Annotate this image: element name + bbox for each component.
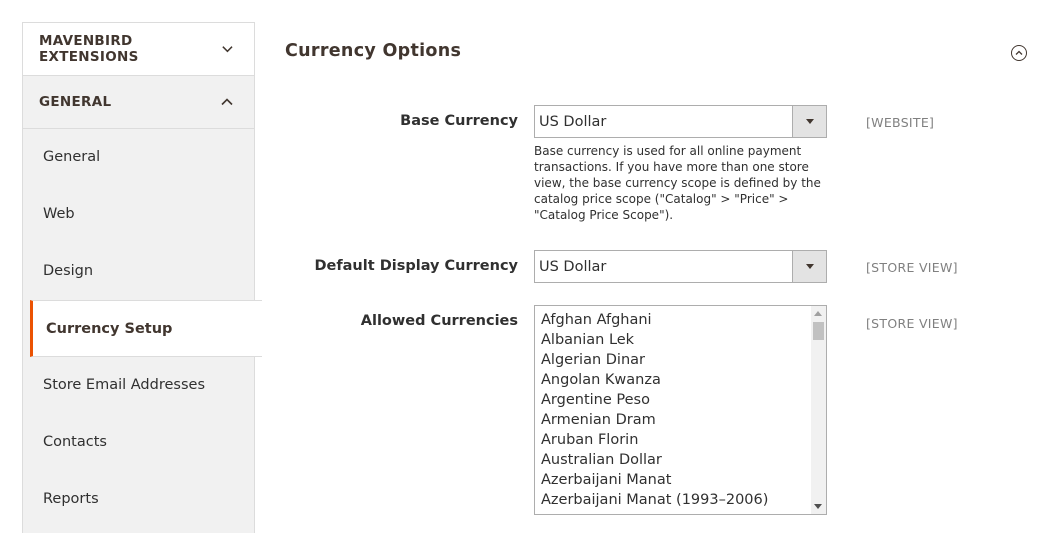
currency-option[interactable]: Azerbaijani Manat bbox=[535, 470, 810, 490]
sidebar-item-store-email-addresses[interactable]: Store Email Addresses bbox=[23, 357, 254, 414]
scrollbar[interactable] bbox=[811, 306, 826, 514]
currency-option[interactable]: Azerbaijani Manat (1993–2006) bbox=[535, 490, 810, 510]
sidebar-item-label: Reports bbox=[43, 491, 99, 507]
base-currency-select[interactable]: US Dollar bbox=[534, 105, 827, 138]
currency-option[interactable]: Argentine Peso bbox=[535, 390, 810, 410]
sidebar-item-reports[interactable]: Reports bbox=[23, 471, 254, 528]
currency-option[interactable]: Armenian Dram bbox=[535, 410, 810, 430]
sidebar-item-general[interactable]: General bbox=[23, 129, 254, 186]
tab-mavenbird-extensions-label: MAVENBIRD EXTENSIONS bbox=[39, 33, 139, 65]
sidebar-item-contacts[interactable]: Contacts bbox=[23, 414, 254, 471]
tab-general-label: GENERAL bbox=[39, 94, 112, 110]
sidebar-item-label: General bbox=[43, 149, 101, 165]
allowed-currencies-multiselect[interactable]: Afghan Afghani Albanian Lek Algerian Din… bbox=[534, 305, 827, 515]
currency-option[interactable]: Albanian Lek bbox=[535, 330, 810, 350]
config-sidebar: MAVENBIRD EXTENSIONS GENERAL General Web… bbox=[22, 22, 262, 533]
base-currency-value: US Dollar bbox=[539, 113, 607, 130]
scroll-up-icon[interactable] bbox=[814, 311, 822, 316]
sidebar-item-currency-setup[interactable]: Currency Setup bbox=[30, 300, 262, 357]
sidebar-item-label: Currency Setup bbox=[46, 320, 173, 337]
base-currency-note: Base currency is used for all online pay… bbox=[534, 144, 821, 222]
caret-down-icon bbox=[805, 119, 814, 124]
collapse-circle-icon[interactable] bbox=[1011, 45, 1027, 61]
chevron-up-icon bbox=[1015, 50, 1023, 55]
select-arrow[interactable] bbox=[792, 106, 826, 137]
default-display-currency-select[interactable]: US Dollar bbox=[534, 250, 827, 283]
tab-mavenbird-extensions[interactable]: MAVENBIRD EXTENSIONS bbox=[23, 23, 254, 76]
currency-option[interactable]: Algerian Dinar bbox=[535, 350, 810, 370]
sidebar-item-label: Store Email Addresses bbox=[43, 377, 205, 393]
caret-down-icon bbox=[805, 264, 814, 269]
sidebar-item-design[interactable]: Design bbox=[23, 243, 254, 300]
allowed-currencies-label: Allowed Currencies bbox=[360, 313, 518, 329]
select-arrow[interactable] bbox=[792, 251, 826, 282]
sidebar-item-label: Design bbox=[43, 263, 94, 279]
currency-option[interactable]: Angolan Kwanza bbox=[535, 370, 810, 390]
allowed-currencies-scope: [STORE VIEW] bbox=[866, 316, 958, 331]
allowed-currencies-options: Afghan Afghani Albanian Lek Algerian Din… bbox=[535, 310, 810, 510]
chevron-down-icon bbox=[222, 46, 233, 53]
base-currency-label: Base Currency bbox=[400, 113, 518, 129]
scroll-down-icon[interactable] bbox=[814, 504, 822, 509]
sidebar-item-label: Contacts bbox=[43, 434, 107, 450]
section-title[interactable]: Currency Options bbox=[285, 41, 461, 61]
default-display-currency-value: US Dollar bbox=[539, 258, 607, 275]
default-display-currency-scope: [STORE VIEW] bbox=[866, 260, 958, 275]
currency-option[interactable]: Aruban Florin bbox=[535, 430, 810, 450]
base-currency-scope: [WEBSITE] bbox=[866, 115, 935, 130]
general-nav-list: General Web Design Currency Setup Store … bbox=[23, 129, 262, 528]
sidebar-item-label: Web bbox=[43, 206, 75, 222]
scrollbar-thumb[interactable] bbox=[813, 322, 824, 340]
currency-option[interactable]: Australian Dollar bbox=[535, 450, 810, 470]
currency-option[interactable]: Afghan Afghani bbox=[535, 310, 810, 330]
tab-general[interactable]: GENERAL bbox=[23, 76, 254, 129]
default-display-currency-label: Default Display Currency bbox=[314, 258, 518, 274]
sidebar-item-web[interactable]: Web bbox=[23, 186, 254, 243]
chevron-up-icon bbox=[221, 98, 233, 106]
